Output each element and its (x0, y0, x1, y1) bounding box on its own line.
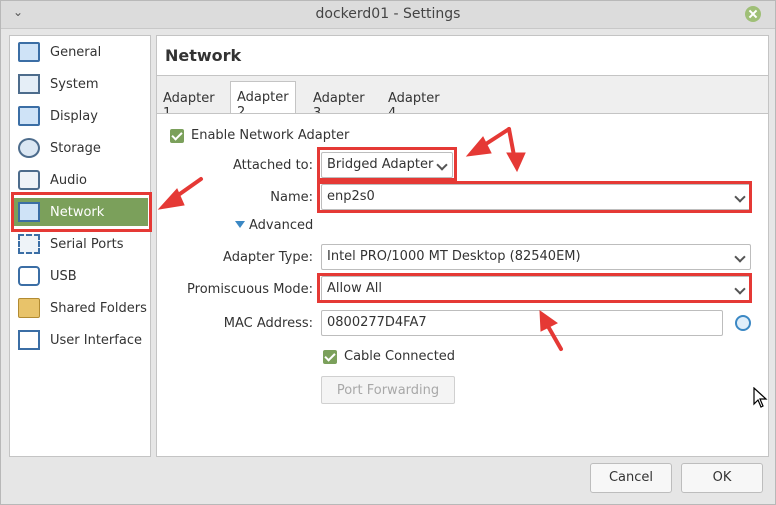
sidebar-item-audio[interactable]: Audio (14, 166, 148, 194)
name-label: Name: (270, 190, 313, 205)
attached-to-select[interactable]: Bridged Adapter (321, 152, 453, 178)
disk-icon (18, 138, 40, 158)
folder-icon (18, 298, 40, 318)
chevron-down-icon (734, 251, 746, 263)
sidebar-item-general[interactable]: General (14, 38, 148, 66)
sidebar-item-serial-ports[interactable]: Serial Ports (14, 230, 148, 258)
title-bar: ⌄ dockerd01 - Settings (1, 1, 775, 29)
mac-address-label: MAC Address: (223, 316, 313, 331)
sidebar-item-label: System (50, 76, 99, 92)
enable-adapter-checkbox[interactable] (170, 129, 184, 143)
enable-adapter-label: Enable Network Adapter (191, 128, 350, 143)
refresh-icon[interactable] (735, 315, 751, 331)
sidebar-item-network[interactable]: Network (14, 198, 148, 226)
sidebar-item-label: General (50, 44, 102, 60)
cancel-button[interactable]: Cancel (590, 463, 672, 493)
sidebar-item-usb[interactable]: USB (14, 262, 148, 290)
sidebar-item-label: Display (50, 108, 98, 124)
display-icon (18, 106, 40, 126)
promiscuous-mode-select[interactable]: Allow All (321, 276, 751, 302)
adapter-type-value: Intel PRO/1000 MT Desktop (82540EM) (327, 249, 581, 264)
adapter-type-label: Adapter Type: (223, 250, 313, 265)
sidebar-item-label: USB (50, 268, 77, 284)
sidebar-item-label: Network (50, 204, 105, 220)
monitor-icon (18, 42, 40, 62)
user-interface-icon (18, 330, 40, 350)
attached-to-value: Bridged Adapter (327, 157, 434, 172)
tab-adapter-4[interactable]: Adapter 4 (382, 83, 446, 121)
sidebar-item-label: Serial Ports (50, 236, 124, 252)
close-icon[interactable] (745, 6, 761, 22)
promiscuous-mode-label: Promiscuous Mode: (187, 282, 313, 297)
port-forwarding-button[interactable]: Port Forwarding (321, 376, 455, 404)
serial-port-icon (18, 234, 40, 254)
expand-triangle-icon[interactable] (235, 221, 245, 228)
sidebar-item-display[interactable]: Display (14, 102, 148, 130)
name-value: enp2s0 (327, 189, 375, 204)
sidebar-item-label: Storage (50, 140, 101, 156)
settings-window: ⌄ dockerd01 - Settings General System Di… (0, 0, 776, 505)
ok-button[interactable]: OK (681, 463, 763, 493)
settings-panel: Network Adapter 1 Adapter 2 Adapter 3 Ad… (156, 35, 769, 457)
window-title: dockerd01 - Settings (315, 6, 461, 22)
sidebar-item-user-interface[interactable]: User Interface (14, 326, 148, 354)
mouse-cursor-icon (753, 387, 768, 408)
tab-adapter-1[interactable]: Adapter 1 (157, 83, 221, 121)
chip-icon (18, 74, 40, 94)
settings-sidebar: General System Display Storage Audio Net… (9, 35, 151, 457)
page-title: Network (165, 46, 242, 65)
panel-header: Network (157, 36, 768, 76)
cable-connected-checkbox[interactable] (323, 350, 337, 364)
adapter-type-select[interactable]: Intel PRO/1000 MT Desktop (82540EM) (321, 244, 751, 270)
sidebar-item-label: Shared Folders (50, 300, 147, 316)
mac-address-value: 0800277D4FA7 (327, 315, 427, 330)
network-icon (18, 202, 40, 222)
chevron-down-icon (734, 191, 746, 203)
promiscuous-mode-value: Allow All (327, 281, 382, 296)
chevron-down-icon (734, 283, 746, 295)
speaker-icon (18, 170, 40, 190)
sidebar-item-label: User Interface (50, 332, 142, 348)
adapter-tab-content: Enable Network Adapter Attached to: Brid… (157, 113, 768, 456)
usb-icon (18, 266, 40, 286)
attached-to-label: Attached to: (232, 158, 313, 173)
tab-adapter-3[interactable]: Adapter 3 (307, 83, 371, 121)
chevron-down-icon (436, 159, 448, 171)
tab-adapter-2[interactable]: Adapter 2 (230, 81, 296, 120)
sidebar-item-storage[interactable]: Storage (14, 134, 148, 162)
sidebar-item-shared-folders[interactable]: Shared Folders (14, 294, 148, 322)
sidebar-item-system[interactable]: System (14, 70, 148, 98)
advanced-toggle[interactable]: Advanced (249, 218, 313, 233)
name-select[interactable]: enp2s0 (321, 184, 751, 210)
cable-connected-label: Cable Connected (344, 349, 456, 364)
sidebar-item-label: Audio (50, 172, 87, 188)
mac-address-input[interactable]: 0800277D4FA7 (321, 310, 723, 336)
